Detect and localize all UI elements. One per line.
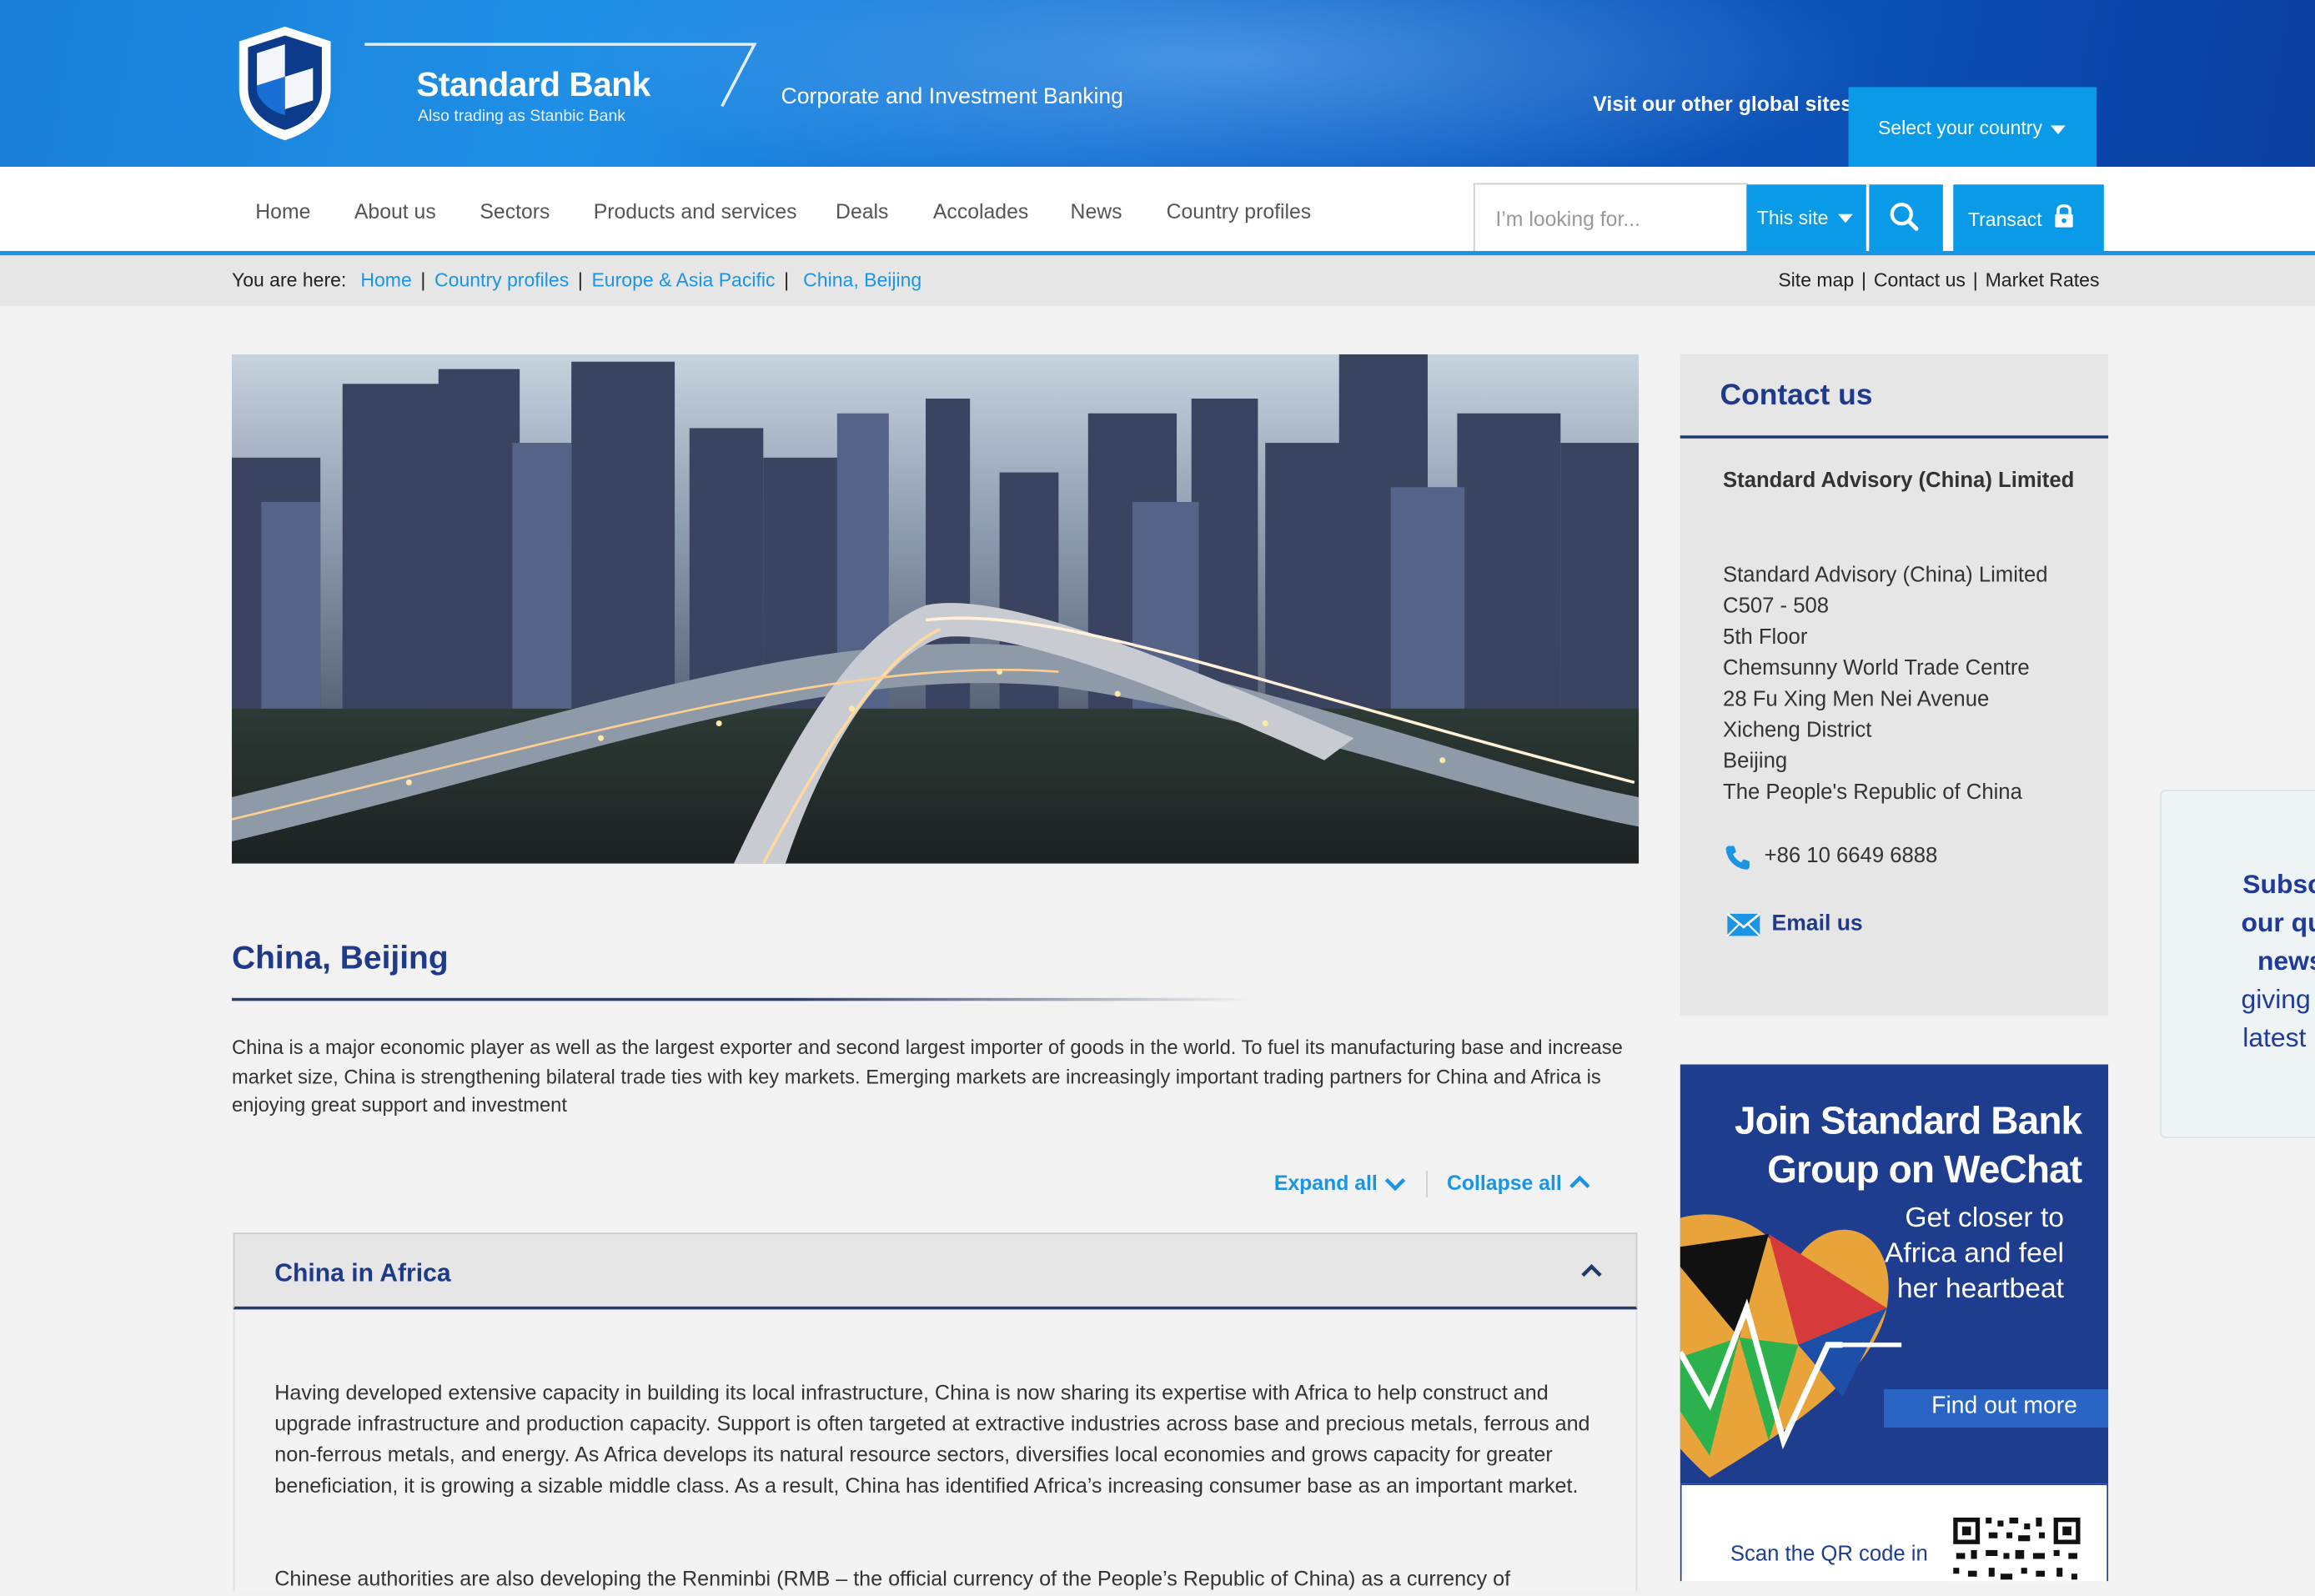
search-scope-label: This site xyxy=(1756,206,1829,229)
utility-separator: | xyxy=(1972,269,1978,291)
expand-all-button[interactable]: Expand all xyxy=(1274,1171,1378,1194)
chevron-up-icon xyxy=(1581,1263,1602,1277)
accordion-paragraph: Having developed extensive capacity in b… xyxy=(274,1382,1590,1498)
standard-bank-logo-icon[interactable] xyxy=(234,23,337,142)
search-input[interactable] xyxy=(1492,205,1735,232)
breadcrumb-china-beijing[interactable]: China, Beijing xyxy=(803,269,921,291)
breadcrumb-europe-asia-pacific[interactable]: Europe & Asia Pacific xyxy=(591,269,775,291)
expand-all-label: Expand all xyxy=(1273,1170,1378,1195)
search-box xyxy=(1473,183,1749,251)
transact-label: Transact xyxy=(1967,208,2042,231)
address-line: Chemsunny World Trade Centre xyxy=(1723,656,2030,681)
subscribe-text-line: latest xyxy=(2242,1022,2307,1053)
chevron-down-icon xyxy=(1384,1177,1406,1192)
address-line: Xicheng District xyxy=(1723,719,1872,743)
address-line: Beijing xyxy=(1723,750,1788,774)
scan-qr-text: Scan the QR code in xyxy=(1730,1543,1928,1567)
page-title: China, Beijing xyxy=(231,938,449,976)
nav-country-profiles[interactable]: Country profiles xyxy=(1167,199,1312,223)
search-icon xyxy=(1890,203,1919,231)
wechat-sub-line: Africa and feel xyxy=(1884,1238,2065,1270)
market-rates-link[interactable]: Market Rates xyxy=(1986,269,2100,291)
chevron-down-icon xyxy=(2051,125,2066,135)
subscribe-text-line: Subsc xyxy=(2242,869,2315,900)
country-select-dropdown[interactable]: Select your country xyxy=(1848,87,2097,168)
wechat-title: Join Standard Bank Group on WeChat xyxy=(1734,1097,2082,1194)
brand-subtitle: Also trading as Stanbic Bank xyxy=(418,108,626,126)
nav-accolades[interactable]: Accolades xyxy=(933,199,1028,223)
nav-news[interactable]: News xyxy=(1071,199,1122,223)
search-scope-dropdown[interactable]: This site xyxy=(1746,184,1866,251)
wechat-sub-line: Get closer to xyxy=(1905,1202,2065,1235)
contact-us-link[interactable]: Contact us xyxy=(1874,269,1966,291)
contact-panel: Contact us Standard Advisory (China) Lim… xyxy=(1680,354,2109,1016)
utility-links: Site map | Contact us | Market Rates xyxy=(1778,269,2099,291)
nav-products-and-services[interactable]: Products and services xyxy=(594,199,797,223)
title-divider xyxy=(231,997,1251,1001)
chevron-up-icon xyxy=(1569,1175,1590,1188)
address-line: 5th Floor xyxy=(1723,625,1808,650)
contact-title: Contact us xyxy=(1720,379,1873,412)
utility-separator: | xyxy=(1861,269,1867,291)
nav-sectors[interactable]: Sectors xyxy=(480,199,550,223)
header-tagline: Corporate and Investment Banking xyxy=(781,83,1123,110)
accordion-paragraph: Chinese authorities are also developing … xyxy=(274,1568,1511,1592)
contact-phone[interactable]: +86 10 6649 6888 xyxy=(1765,845,1938,868)
address-line: Standard Advisory (China) Limited xyxy=(1723,564,2048,588)
phone-icon xyxy=(1725,846,1750,870)
subscribe-text-line: giving xyxy=(2241,984,2311,1015)
wechat-title-line: Join Standard Bank xyxy=(1734,1098,2082,1143)
brand-name: Standard Bank xyxy=(416,64,650,103)
wechat-sub-line: her heartbeat xyxy=(1896,1273,2065,1306)
contact-header: Contact us xyxy=(1680,354,2109,439)
address-line: C507 - 508 xyxy=(1723,595,1830,619)
email-us-link[interactable]: Email us xyxy=(1771,911,1862,936)
search-button[interactable] xyxy=(1869,184,1943,251)
address-line: The People's Republic of China xyxy=(1723,780,2022,805)
wechat-title-line: Group on WeChat xyxy=(1767,1147,2082,1192)
wechat-promo-banner[interactable]: Join Standard Bank Group on WeChat Get c… xyxy=(1680,1064,2109,1582)
subscribe-newsletter-panel[interactable]: Subsc our qu news giving latest xyxy=(2160,790,2315,1138)
hero-image-city-night xyxy=(231,354,1640,864)
expand-collapse-divider xyxy=(1426,1170,1428,1197)
transact-button[interactable]: Transact xyxy=(1953,184,2104,251)
intro-paragraph: China is a major economic player as well… xyxy=(231,1036,1623,1117)
nav-deals[interactable]: Deals xyxy=(836,199,888,223)
breadcrumb-separator: | xyxy=(577,269,583,291)
accordion-china-in-africa[interactable]: China in Africa xyxy=(233,1232,1638,1310)
breadcrumb-country-profiles[interactable]: Country profiles xyxy=(434,269,569,291)
subscribe-text-line: our qu xyxy=(2241,907,2315,938)
breadcrumb-separator: | xyxy=(420,269,426,291)
visit-global-sites-label: Visit our other global sites xyxy=(1593,91,1853,116)
site-map-link[interactable]: Site map xyxy=(1778,269,1854,291)
country-select-label: Select your country xyxy=(1877,116,2042,139)
breadcrumb: You are here: Home | Country profiles | Euro… xyxy=(232,269,921,291)
breadcrumb-home[interactable]: Home xyxy=(360,269,411,291)
heart-illustration-icon xyxy=(1680,1214,1902,1478)
find-out-more-button[interactable]: Find out more xyxy=(1931,1393,2077,1420)
lock-icon xyxy=(2055,203,2073,228)
qr-code-icon xyxy=(1950,1514,2084,1582)
collapse-all-label: Collapse all xyxy=(1446,1170,1562,1195)
address-line: 28 Fu Xing Men Nei Avenue xyxy=(1723,688,1990,712)
subscribe-text-line: news xyxy=(2257,946,2315,976)
site-header: Standard Bank Also trading as Stanbic Ba… xyxy=(0,0,2315,168)
contact-address: Standard Advisory (China) Limited C507 -… xyxy=(1723,561,2048,809)
contact-organisation: Standard Advisory (China) Limited xyxy=(1723,469,2075,494)
page: Standard Bank Also trading as Stanbic Ba… xyxy=(0,0,2315,1592)
nav-home[interactable]: Home xyxy=(255,199,310,223)
wechat-subtitle: Get closer to Africa and feel her heartb… xyxy=(1885,1202,2064,1307)
collapse-all-button[interactable]: Collapse all xyxy=(1447,1171,1562,1194)
nav-about-us[interactable]: About us xyxy=(354,199,436,223)
accordion-title: China in Africa xyxy=(274,1259,451,1287)
breadcrumb-label: You are here: xyxy=(231,269,347,291)
chevron-down-icon xyxy=(1838,213,1853,223)
breadcrumb-separator: | xyxy=(784,269,790,291)
email-icon xyxy=(1726,912,1761,937)
